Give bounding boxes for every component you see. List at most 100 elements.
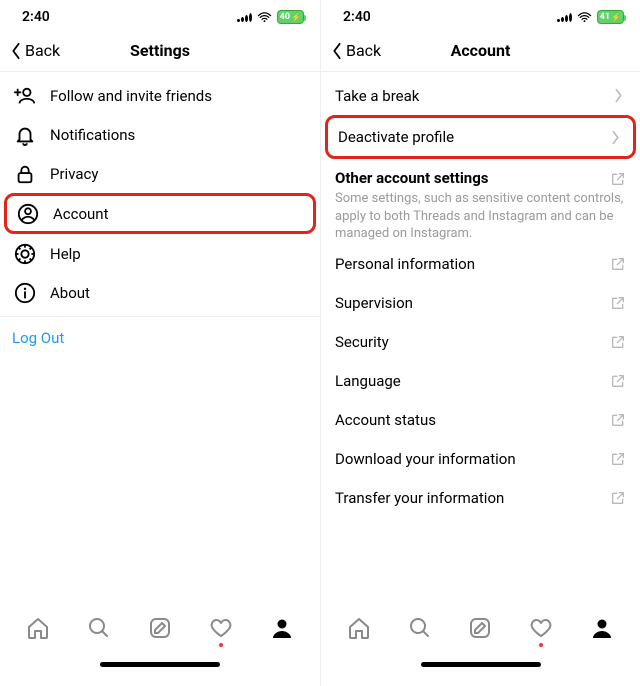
- chevron-right-icon: [607, 129, 623, 145]
- row-help[interactable]: Help: [0, 234, 320, 273]
- search-icon: [87, 616, 111, 640]
- row-transfer-information[interactable]: Transfer your information: [321, 479, 640, 518]
- account-icon: [17, 203, 39, 225]
- row-label: Account: [53, 205, 109, 223]
- row-account-status[interactable]: Account status: [321, 401, 640, 440]
- compose-icon: [468, 616, 492, 640]
- status-indicators: 40⚡: [237, 10, 304, 24]
- divider: [0, 316, 320, 317]
- back-button[interactable]: Back: [10, 41, 60, 60]
- wifi-icon: [577, 12, 592, 23]
- tab-search[interactable]: [86, 615, 112, 641]
- status-indicators: 41⚡: [557, 10, 624, 24]
- row-about[interactable]: About: [0, 273, 320, 312]
- notification-dot: [219, 643, 223, 647]
- chevron-right-icon: [610, 88, 626, 104]
- tab-search[interactable]: [407, 615, 433, 641]
- tab-bar: [0, 606, 320, 686]
- section-other-settings: Other account settings Some settings, su…: [321, 159, 640, 245]
- external-link-icon: [610, 256, 626, 272]
- profile-icon: [590, 616, 614, 640]
- row-personal-information[interactable]: Personal information: [321, 245, 640, 284]
- settings-list: Follow and invite friends Notifications …: [0, 72, 320, 355]
- tab-profile[interactable]: [269, 615, 295, 641]
- lock-icon: [14, 163, 36, 185]
- heart-icon: [209, 616, 233, 640]
- battery-label: 40: [280, 12, 290, 22]
- row-label: Personal information: [335, 255, 475, 273]
- row-security[interactable]: Security: [321, 323, 640, 362]
- nav-header: Back Account: [321, 30, 640, 72]
- back-label: Back: [346, 41, 381, 60]
- home-icon: [347, 616, 371, 640]
- tab-home[interactable]: [346, 615, 372, 641]
- row-supervision[interactable]: Supervision: [321, 284, 640, 323]
- nav-header: Back Settings: [0, 30, 320, 72]
- tab-activity[interactable]: [528, 615, 554, 641]
- row-take-break[interactable]: Take a break: [321, 76, 640, 115]
- notification-dot: [539, 643, 543, 647]
- external-link-icon: [610, 295, 626, 311]
- info-icon: [14, 282, 36, 304]
- row-download-information[interactable]: Download your information: [321, 440, 640, 479]
- external-link-icon: [610, 490, 626, 506]
- home-indicator: [100, 662, 220, 667]
- row-label: Language: [335, 372, 401, 390]
- row-label: Privacy: [50, 165, 98, 183]
- row-label: Supervision: [335, 294, 413, 312]
- external-link-icon: [610, 412, 626, 428]
- row-label: Security: [335, 333, 389, 351]
- row-label: Deactivate profile: [338, 128, 454, 146]
- row-notifications[interactable]: Notifications: [0, 115, 320, 154]
- back-chevron-icon: [331, 42, 343, 60]
- tab-profile[interactable]: [589, 615, 615, 641]
- compose-icon: [148, 616, 172, 640]
- row-label: Help: [50, 245, 81, 263]
- help-icon: [14, 243, 36, 265]
- account-list: Take a break Deactivate profile Other ac…: [321, 72, 640, 518]
- cellular-icon: [237, 13, 252, 22]
- row-label: About: [50, 284, 90, 302]
- row-label: Download your information: [335, 450, 516, 468]
- account-panel: 2:40 41⚡ Back Account Take a break Deact…: [320, 0, 640, 686]
- back-chevron-icon: [10, 42, 22, 60]
- status-time: 2:40: [22, 9, 50, 25]
- row-follow-invite[interactable]: Follow and invite friends: [0, 76, 320, 115]
- tab-compose[interactable]: [147, 615, 173, 641]
- back-label: Back: [25, 41, 60, 60]
- row-account[interactable]: Account: [4, 193, 316, 234]
- profile-icon: [270, 616, 294, 640]
- battery-label: 41: [600, 12, 610, 22]
- wifi-icon: [257, 12, 272, 23]
- tab-activity[interactable]: [208, 615, 234, 641]
- section-title: Other account settings: [335, 169, 626, 187]
- external-link-icon: [610, 171, 626, 187]
- row-deactivate-profile[interactable]: Deactivate profile: [325, 115, 636, 159]
- row-label: Notifications: [50, 126, 135, 144]
- status-bar: 2:40 41⚡: [321, 0, 640, 30]
- back-button[interactable]: Back: [331, 41, 381, 60]
- bell-icon: [14, 124, 36, 146]
- external-link-icon: [610, 334, 626, 350]
- status-bar: 2:40 40⚡: [0, 0, 320, 30]
- tab-bar: [321, 606, 640, 686]
- tab-home[interactable]: [25, 615, 51, 641]
- logout-button[interactable]: Log Out: [0, 321, 320, 355]
- home-icon: [26, 616, 50, 640]
- heart-icon: [529, 616, 553, 640]
- tab-compose[interactable]: [467, 615, 493, 641]
- battery-icon: 41⚡: [597, 10, 624, 24]
- external-link-icon: [610, 451, 626, 467]
- settings-panel: 2:40 40⚡ Back Settings Follow and invite…: [0, 0, 320, 686]
- row-label: Transfer your information: [335, 489, 504, 507]
- row-label: Follow and invite friends: [50, 87, 212, 105]
- row-label: Account status: [335, 411, 436, 429]
- external-link-icon: [610, 373, 626, 389]
- home-indicator: [421, 662, 541, 667]
- status-time: 2:40: [343, 9, 371, 25]
- search-icon: [408, 616, 432, 640]
- battery-icon: 40⚡: [277, 10, 304, 24]
- row-label: Take a break: [335, 87, 419, 105]
- row-language[interactable]: Language: [321, 362, 640, 401]
- row-privacy[interactable]: Privacy: [0, 154, 320, 193]
